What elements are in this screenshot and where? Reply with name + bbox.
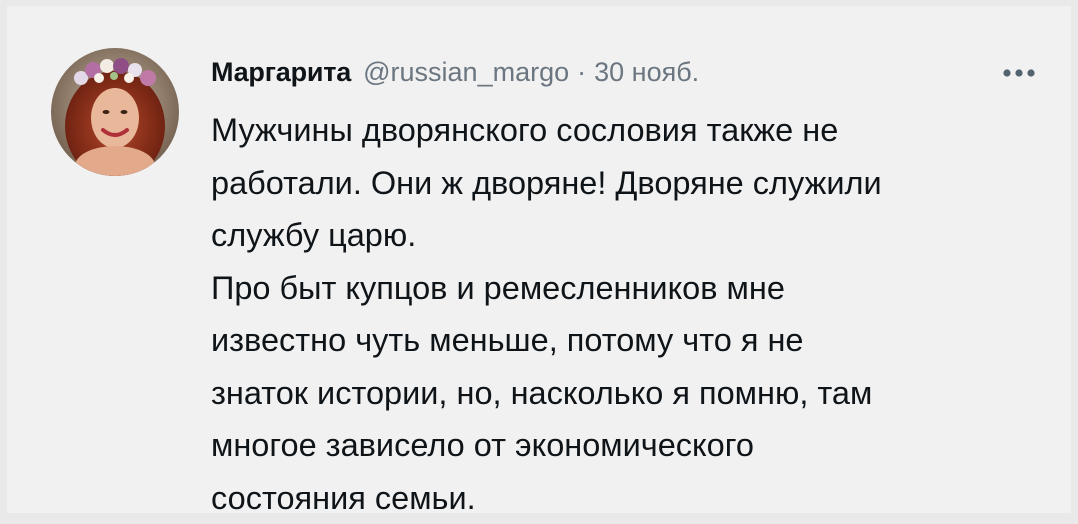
tweet-text-line: состояния семьи.	[211, 472, 1041, 524]
tweet-text-line: Про быт купцов и ремесленников мне	[211, 262, 1041, 315]
header-separator: ·	[577, 54, 586, 90]
tweet-text: Мужчины дворянского сословия также не ра…	[211, 104, 1041, 524]
tweet-header: Маргарита @russian_margo · 30 нояб.	[211, 54, 699, 90]
more-options-button[interactable]	[993, 58, 1045, 88]
tweet-text-line: Мужчины дворянского сословия также не	[211, 104, 1041, 157]
tweet-text-line: работали. Они ж дворяне! Дворяне служили	[211, 157, 1041, 210]
tweet-text-line: службу царю.	[211, 209, 1041, 262]
author-handle[interactable]: @russian_margo	[363, 54, 569, 90]
tweet-text-line: знаток истории, но, насколько я помню, т…	[211, 367, 1041, 420]
tweet-date[interactable]: 30 нояб.	[594, 54, 699, 90]
author-display-name[interactable]: Маргарита	[211, 54, 351, 90]
more-horizontal-icon	[1002, 68, 1036, 78]
avatar-image	[51, 48, 179, 176]
avatar[interactable]	[51, 48, 179, 176]
tweet-text-line: многое зависело от экономического	[211, 419, 1041, 472]
tweet-card[interactable]: Маргарита @russian_margo · 30 нояб. Мужч…	[7, 6, 1071, 513]
tweet-text-line: известно чуть меньше, потому что я не	[211, 314, 1041, 367]
